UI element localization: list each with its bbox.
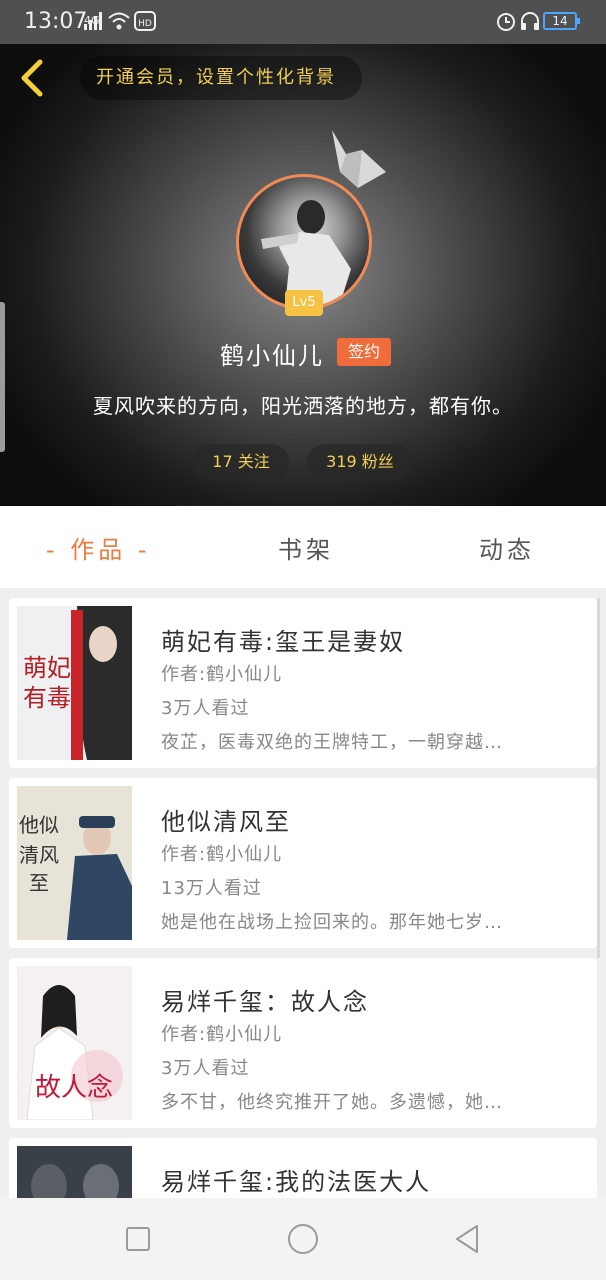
svg-text:HD: HD [138,19,152,29]
hd-icon: HD [134,11,156,31]
tab-activity[interactable]: 动态 [479,530,535,565]
book-description: 夜芷，医毒双绝的王牌特工，一朝穿越… [161,732,503,753]
recent-apps-icon[interactable] [121,1222,155,1256]
signal-icon [84,12,102,30]
book-cover: 萌妃 有毒 [17,606,132,760]
svg-text:至: 至 [29,871,49,895]
book-cover [17,1146,132,1198]
book-description: 她是他在战场上捡回来的。那年她七岁… [161,912,503,933]
profile-tabs: - 作品 - 书架 动态 [0,506,606,588]
alarm-icon [497,13,515,31]
username: 鹤小仙儿 [220,342,324,370]
book-description: 多不甘，他终究推开了她。多遗憾，她… [161,1092,503,1113]
headphones-icon [521,12,539,30]
list-scrollbar[interactable] [597,598,600,958]
svg-text:清风: 清风 [19,843,59,867]
book-title: 易烊千玺:我的法医大人 [161,1168,432,1196]
book-title: 他似清风至 [161,808,291,836]
book-cover: 故人念 [17,966,132,1120]
level-badge: Lv5 [285,290,323,316]
book-title: 易烊千玺：故人念 [161,988,369,1016]
book-views: 13万人看过 [161,878,262,899]
svg-text:他似: 他似 [19,813,59,837]
back-arrow-icon[interactable] [16,58,48,98]
vip-background-button[interactable]: 开通会员，设置个性化背景 [80,56,362,100]
list-item[interactable]: 他似 清风 至 他似清风至 作者:鹤小仙儿 13万人看过 她是他在战场上捡回来的… [9,778,597,948]
followers-button[interactable]: 319 粉丝 [307,444,413,480]
signed-author-badge: 签约 [337,338,391,366]
status-bar: 13:07 4G HD 14 [0,0,606,44]
tab-bookshelf[interactable]: 书架 [278,530,334,565]
list-item[interactable]: 故人念 易烊千玺：故人念 作者:鹤小仙儿 3万人看过 多不甘，他终究推开了她。多… [9,958,597,1128]
book-author: 作者:鹤小仙儿 [161,844,283,865]
list-item[interactable]: 易烊千玺:我的法医大人 [9,1138,597,1198]
back-triangle-icon[interactable] [451,1222,485,1256]
following-button[interactable]: 17 关注 [193,444,289,480]
home-icon[interactable] [286,1222,320,1256]
tab-works[interactable]: - 作品 - [46,530,151,565]
svg-text:故人念: 故人念 [35,1073,113,1103]
profile-header: 13:07 4G HD 14 开通会员，设置个性化背景 [0,0,606,506]
book-views: 3万人看过 [161,698,250,719]
book-author: 作者:鹤小仙儿 [161,1024,283,1045]
wifi-icon [108,12,130,30]
book-title: 萌妃有毒:玺王是妻奴 [161,628,406,656]
book-cover: 他似 清风 至 [17,786,132,940]
book-author: 作者:鹤小仙儿 [161,664,283,685]
avatar-photo [261,200,351,307]
book-views: 3万人看过 [161,1058,250,1079]
works-list: 萌妃 有毒 萌妃有毒:玺王是妻奴 作者:鹤小仙儿 3万人看过 夜芷，医毒双绝的王… [9,598,597,1198]
list-item[interactable]: 萌妃 有毒 萌妃有毒:玺王是妻奴 作者:鹤小仙儿 3万人看过 夜芷，医毒双绝的王… [9,598,597,768]
profile-motto: 夏风吹来的方向，阳光洒落的地方，都有你。 [93,394,513,418]
battery-indicator: 14 [543,12,580,30]
cover-title: 萌妃 [23,654,71,682]
system-navigation-bar [0,1198,606,1280]
svg-text:有毒: 有毒 [23,684,71,712]
edge-handle [0,302,5,452]
status-time: 13:07 [24,9,88,34]
